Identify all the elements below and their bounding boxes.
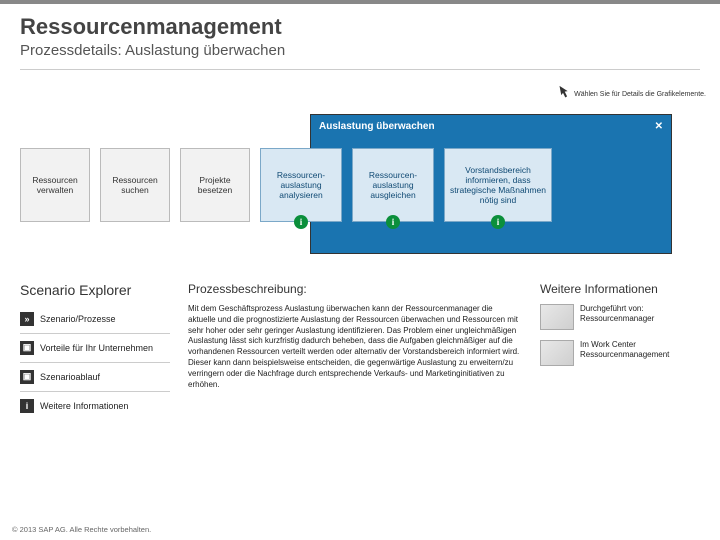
divider bbox=[20, 391, 170, 392]
info-icon[interactable]: i bbox=[491, 215, 505, 229]
copyright: © 2013 SAP AG. Alle Rechte vorbehalten. bbox=[12, 525, 151, 534]
close-icon[interactable]: ✕ bbox=[655, 122, 663, 132]
nav-label: Weitere Informationen bbox=[40, 401, 128, 411]
flow-steps: Ressourcen verwalten Ressourcen suchen P… bbox=[20, 148, 700, 222]
nav-szenario-prozesse[interactable]: » Szenario/Prozesse bbox=[20, 309, 170, 329]
more-info-heading: Weitere Informationen bbox=[540, 282, 700, 296]
step-vorstand-informieren[interactable]: Vorstandsbereich informieren, dass strat… bbox=[444, 148, 552, 222]
step-label: Ressourcen suchen bbox=[105, 175, 165, 195]
info-text: Durchgeführt von: Ressourcenmanager bbox=[580, 304, 700, 325]
process-flow: Auslastung überwachen ✕ Ressourcen verwa… bbox=[0, 114, 720, 264]
card-icon: ▣ bbox=[20, 341, 34, 355]
thumbnail-icon bbox=[540, 340, 574, 366]
info-icon[interactable]: i bbox=[386, 215, 400, 229]
info-icon[interactable]: i bbox=[294, 215, 308, 229]
step-label: Ressourcen verwalten bbox=[25, 175, 85, 195]
nav-label: Szenarioablauf bbox=[40, 372, 100, 382]
process-description-body: Mit dem Geschäftsprozess Auslastung über… bbox=[188, 304, 522, 390]
divider bbox=[20, 333, 170, 334]
chevrons-icon: » bbox=[20, 312, 34, 326]
divider bbox=[20, 362, 170, 363]
process-description: Prozessbeschreibung: Mit dem Geschäftspr… bbox=[188, 282, 522, 416]
page-subtitle: Prozessdetails: Auslastung überwachen bbox=[20, 42, 700, 59]
info-row-role: Durchgeführt von: Ressourcenmanager bbox=[540, 304, 700, 330]
pointer-icon bbox=[556, 84, 570, 104]
step-label: Vorstandsbereich informieren, dass strat… bbox=[449, 165, 547, 206]
hint-text: Wählen Sie für Details die Grafikelement… bbox=[574, 91, 706, 98]
title-block: Ressourcenmanagement Prozessdetails: Aus… bbox=[0, 4, 720, 65]
scenario-explorer: Scenario Explorer » Szenario/Prozesse ▣ … bbox=[20, 282, 170, 416]
info-text: Im Work Center Ressourcenmanagement bbox=[580, 340, 700, 361]
nav-vorteile[interactable]: ▣ Vorteile für Ihr Unternehmen bbox=[20, 338, 170, 358]
step-projekte-besetzen[interactable]: Projekte besetzen bbox=[180, 148, 250, 222]
panel-title: Auslastung überwachen bbox=[319, 121, 435, 132]
hint-callout: Wählen Sie für Details die Grafikelement… bbox=[556, 84, 706, 104]
process-description-heading: Prozessbeschreibung: bbox=[188, 282, 522, 296]
divider bbox=[20, 69, 700, 70]
thumbnail-icon bbox=[540, 304, 574, 330]
step-ressourcen-verwalten[interactable]: Ressourcen verwalten bbox=[20, 148, 90, 222]
info-icon: i bbox=[20, 399, 34, 413]
nav-label: Vorteile für Ihr Unternehmen bbox=[40, 343, 153, 353]
step-label: Projekte besetzen bbox=[185, 175, 245, 195]
lower-columns: Scenario Explorer » Szenario/Prozesse ▣ … bbox=[0, 264, 720, 416]
step-auslastung-analysieren[interactable]: Ressourcen-auslastung analysieren i bbox=[260, 148, 342, 222]
page-title: Ressourcenmanagement bbox=[20, 14, 700, 40]
step-label: Ressourcen-auslastung ausgleichen bbox=[357, 170, 429, 201]
step-ressourcen-suchen[interactable]: Ressourcen suchen bbox=[100, 148, 170, 222]
step-auslastung-ausgleichen[interactable]: Ressourcen-auslastung ausgleichen i bbox=[352, 148, 434, 222]
info-row-workcenter: Im Work Center Ressourcenmanagement bbox=[540, 340, 700, 366]
nav-szenarioablauf[interactable]: ▣ Szenarioablauf bbox=[20, 367, 170, 387]
nav-weitere-info[interactable]: i Weitere Informationen bbox=[20, 396, 170, 416]
more-info: Weitere Informationen Durchgeführt von: … bbox=[540, 282, 700, 416]
card-icon: ▣ bbox=[20, 370, 34, 384]
nav-label: Szenario/Prozesse bbox=[40, 314, 116, 324]
step-label: Ressourcen-auslastung analysieren bbox=[265, 170, 337, 201]
scenario-explorer-title: Scenario Explorer bbox=[20, 282, 170, 299]
